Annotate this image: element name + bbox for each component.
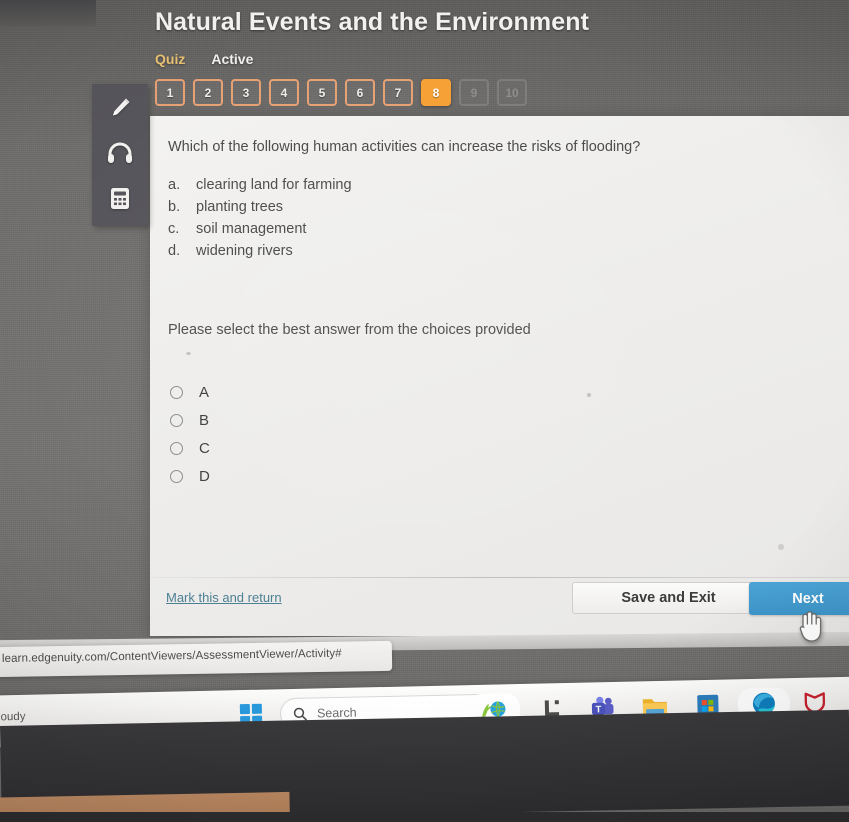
question-tab-1[interactable]: 1 [155, 79, 185, 106]
quiz-status-line: Quiz Active [155, 51, 253, 67]
question-stem: Which of the following human activities … [168, 139, 641, 155]
choice-c-text: soil management [196, 221, 307, 237]
question-tab-5[interactable]: 5 [307, 79, 337, 106]
highlighter-icon[interactable] [102, 91, 138, 125]
answer-radio-group[interactable]: A B C D [170, 378, 210, 490]
answer-option-d[interactable]: D [170, 462, 210, 490]
question-tab-6[interactable]: 6 [345, 79, 375, 106]
photo-bottom-edge [0, 812, 849, 822]
screen-dust-speck [587, 393, 591, 397]
radio-button-b[interactable] [170, 413, 183, 427]
next-button[interactable]: Next [749, 582, 849, 615]
choice-a: a. clearing land for farming [168, 174, 728, 196]
answer-option-a[interactable]: A [170, 378, 210, 406]
question-choice-list: a. clearing land for farming b. planting… [168, 174, 728, 262]
quiz-status-label: Active [211, 51, 254, 67]
question-panel: Which of the following human activities … [150, 116, 849, 636]
choice-a-letter: a. [168, 177, 181, 193]
calculator-icon[interactable] [102, 181, 138, 215]
question-tab-7[interactable]: 7 [383, 79, 413, 106]
answer-option-b[interactable]: B [170, 406, 210, 434]
choice-a-text: clearing land for farming [196, 177, 352, 193]
screen-dust-speck [778, 544, 784, 550]
save-and-exit-button[interactable]: Save and Exit [572, 582, 765, 614]
headphones-icon[interactable] [102, 136, 138, 170]
question-tab-3[interactable]: 3 [231, 79, 261, 106]
quiz-type-label: Quiz [155, 51, 186, 67]
taskbar-weather-widget[interactable]: loudy [0, 711, 26, 724]
choice-b-letter: b. [168, 199, 181, 215]
choice-d-text: widening rivers [196, 243, 293, 259]
choice-b: b. planting trees [168, 196, 728, 218]
radio-button-c[interactable] [170, 441, 183, 455]
answer-option-b-label: B [199, 411, 210, 429]
address-bar-url: learn.edgenuity.com/ContentViewers/Asses… [1, 647, 342, 665]
taskbar-search-placeholder: Search [316, 705, 357, 721]
footer-divider [150, 577, 849, 578]
choice-c-letter: c. [168, 221, 180, 237]
browser-address-bar[interactable]: learn.edgenuity.com/ContentViewers/Asses… [0, 640, 393, 678]
question-tab-8[interactable]: 8 [421, 79, 451, 106]
mark-and-return-link[interactable]: Mark this and return [166, 590, 282, 605]
answer-option-c[interactable]: C [170, 434, 210, 462]
screen-dust-speck [186, 352, 191, 355]
answer-option-a-label: A [199, 383, 210, 401]
question-tab-9: 9 [459, 79, 489, 106]
choice-b-text: planting trees [196, 199, 284, 215]
answer-option-d-label: D [199, 467, 210, 485]
choice-d: d. widening rivers [168, 240, 728, 262]
question-number-nav[interactable]: 1 2 3 4 5 6 7 8 9 10 [155, 79, 527, 106]
choice-d-letter: d. [168, 243, 181, 259]
answer-prompt: Please select the best answer from the c… [168, 322, 531, 338]
radio-button-a[interactable] [170, 385, 183, 399]
question-tab-4[interactable]: 4 [269, 79, 299, 106]
answer-option-c-label: C [199, 439, 210, 457]
question-tab-10: 10 [497, 79, 527, 106]
page-title: Natural Events and the Environment [155, 8, 590, 36]
tool-rail [92, 84, 148, 226]
search-icon [293, 707, 307, 721]
question-tab-2[interactable]: 2 [193, 79, 223, 106]
radio-button-d[interactable] [170, 469, 183, 483]
choice-c: c. soil management [168, 218, 728, 240]
